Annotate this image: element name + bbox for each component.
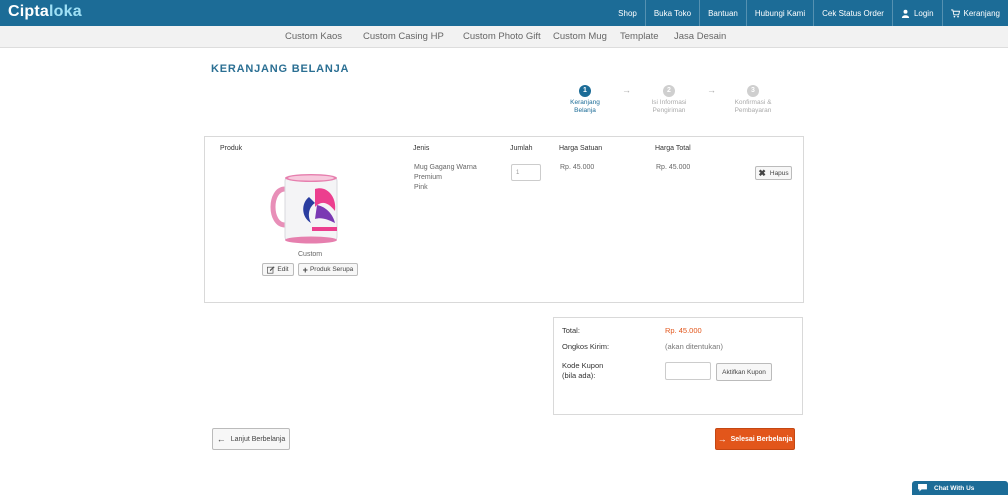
user-icon — [901, 9, 910, 18]
header-jenis: Jenis — [413, 145, 430, 152]
nav-shop[interactable]: Shop — [610, 0, 645, 26]
step-number: 3 — [747, 85, 759, 97]
category-jasa-desain[interactable]: Jasa Desain — [674, 31, 726, 42]
arrow-right-icon: → — [622, 85, 631, 95]
step-konfirmasi: 3 Konfirmasi & Pembayaran — [723, 85, 783, 115]
step-label: Isi Informasi Pengiriman — [651, 99, 687, 114]
arrow-right-icon: → — [707, 85, 716, 95]
close-icon: ✖ — [758, 167, 766, 178]
coupon-label: Kode Kupon (bila ada): — [562, 361, 604, 380]
nav-buka-toko[interactable]: Buka Toko — [644, 0, 699, 26]
nav-keranjang[interactable]: Keranjang — [941, 0, 1008, 26]
edit-button[interactable]: Edit — [262, 263, 294, 276]
hapus-button[interactable]: ✖ Hapus — [755, 166, 792, 180]
selesai-berbelanja-button[interactable]: → Selesai Berbelanja — [715, 428, 795, 450]
product-type: Mug Gagang Warna Premium Pink — [414, 164, 477, 191]
step-number: 2 — [663, 85, 675, 97]
produk-serupa-button[interactable]: + Produk Serupa — [298, 263, 358, 276]
step-number: 1 — [579, 85, 591, 97]
lanjut-berbelanja-button[interactable]: ← Lanjut Berbelanja — [212, 428, 290, 450]
top-nav-menu: Shop Buka Toko Bantuan Hubungi Kami Cek … — [610, 0, 1008, 26]
nav-cek-status-order[interactable]: Cek Status Order — [813, 0, 892, 26]
category-custom-mug[interactable]: Custom Mug — [553, 31, 607, 42]
arrow-left-icon: ← — [216, 434, 226, 444]
shipping-value: (akan ditentukan) — [665, 342, 723, 351]
total-label: Total: — [562, 326, 580, 335]
total-price: Rp. 45.000 — [656, 164, 691, 171]
cart-icon — [950, 8, 960, 17]
category-custom-photo-gift[interactable]: Custom Photo Gift — [463, 31, 541, 42]
product-custom-label: Custom — [298, 251, 323, 258]
nav-hubungi-kami[interactable]: Hubungi Kami — [745, 0, 813, 26]
shipping-label: Ongkos Kirim: — [562, 342, 610, 351]
header-jumlah: Jumlah — [510, 145, 533, 152]
step-label: Konfirmasi & Pembayaran — [734, 99, 772, 114]
category-custom-casing-hp[interactable]: Custom Casing HP — [363, 31, 444, 42]
category-nav: Custom Kaos Custom Casing HP Custom Phot… — [0, 26, 1008, 48]
order-summary: Total: Rp. 45.000 Ongkos Kirim: (akan di… — [553, 317, 803, 415]
arrow-right-icon: → — [717, 434, 727, 444]
header-harga-total: Harga Total — [655, 145, 691, 152]
nav-bantuan[interactable]: Bantuan — [699, 0, 746, 26]
header-produk: Produk — [220, 145, 243, 152]
chat-widget[interactable]: Chat With Us — [912, 481, 1008, 495]
product-image — [270, 174, 338, 244]
total-value: Rp. 45.000 — [665, 326, 702, 335]
brand-logo[interactable]: Ciptaloka — [8, 3, 82, 21]
top-navbar: Ciptaloka Shop Buka Toko Bantuan Hubungi… — [0, 0, 1008, 26]
header-harga-satuan: Harga Satuan — [559, 145, 603, 152]
step-keranjang: 1 Keranjang Belanja — [555, 85, 615, 115]
cart-table: Produk Jenis Jumlah Harga Satuan Harga T… — [204, 136, 804, 303]
unit-price: Rp. 45.000 — [560, 164, 595, 171]
coupon-input[interactable] — [665, 362, 711, 380]
category-custom-kaos[interactable]: Custom Kaos — [285, 31, 342, 42]
quantity-input[interactable]: 1 — [511, 164, 541, 181]
step-informasi: 2 Isi Informasi Pengiriman — [639, 85, 699, 115]
chat-bubble-icon — [918, 484, 927, 492]
plus-icon: + — [302, 264, 308, 275]
nav-login[interactable]: Login — [891, 0, 942, 26]
edit-icon — [267, 265, 275, 274]
step-label: Keranjang Belanja — [570, 99, 600, 114]
aktifkan-kupon-button[interactable]: Aktifkan Kupon — [716, 363, 772, 381]
category-template[interactable]: Template — [620, 31, 659, 42]
page-title: KERANJANG BELANJA — [211, 63, 350, 75]
